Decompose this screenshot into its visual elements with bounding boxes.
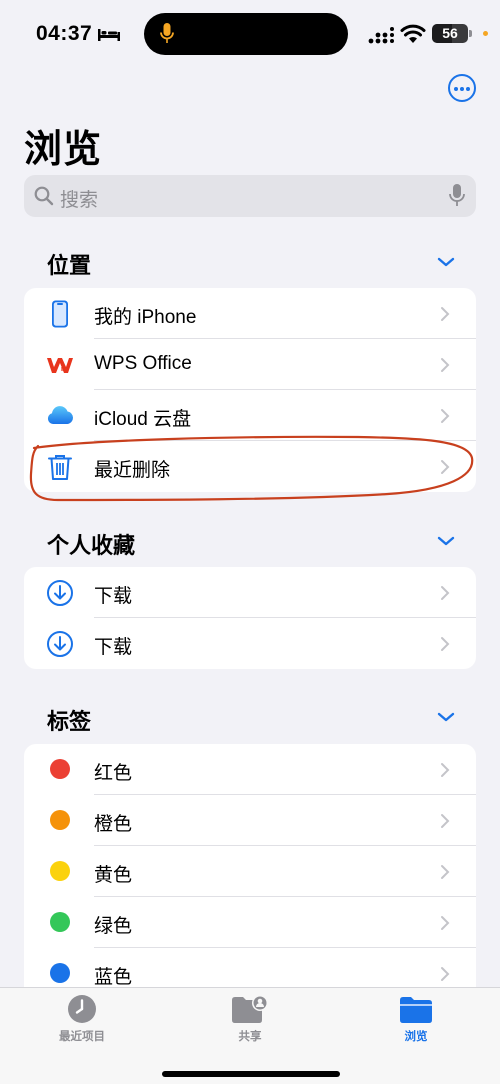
dictation-mic-icon[interactable] (449, 184, 465, 208)
location-item-wps-office[interactable]: WPS Office (24, 339, 476, 390)
trash-icon (48, 455, 72, 480)
status-bar: 04:37 56 (0, 0, 500, 70)
search-icon (34, 186, 54, 206)
microphone-indicator-icon (160, 23, 174, 43)
chevron-down-icon[interactable] (436, 535, 456, 547)
home-indicator[interactable] (162, 1071, 340, 1077)
chevron-right-icon (441, 307, 450, 321)
iphone-icon (52, 300, 68, 328)
chevron-right-icon (441, 358, 450, 372)
chevron-right-icon (441, 865, 450, 879)
sleep-mode-icon (98, 29, 120, 41)
tab-browse[interactable]: 浏览 (356, 994, 476, 1044)
favorite-item-downloads[interactable]: 下载 (24, 567, 476, 618)
location-item-icloud[interactable]: iCloud 云盘 (24, 390, 476, 441)
tag-color-dot (50, 861, 70, 881)
search-input[interactable]: 搜索 (24, 175, 476, 217)
chevron-right-icon (441, 814, 450, 828)
tag-color-dot (50, 810, 70, 830)
section-header-locations[interactable]: 位置 (47, 248, 91, 280)
tab-label: 最近项目 (59, 1031, 105, 1043)
locations-list: 我的 iPhone WPS Office iCloud 云盘 最近删除 (24, 288, 476, 492)
icloud-icon (47, 406, 74, 424)
chevron-right-icon (441, 460, 450, 474)
wps-office-icon (47, 358, 73, 373)
tag-label: 黄色 (94, 865, 133, 886)
wifi-icon (400, 24, 426, 43)
location-label: iCloud 云盘 (94, 409, 192, 430)
dynamic-island (144, 13, 348, 55)
chevron-down-icon[interactable] (436, 256, 456, 268)
tag-label: 蓝色 (94, 967, 133, 988)
chevron-right-icon (441, 763, 450, 777)
favorite-label: 下载 (94, 586, 133, 607)
shared-folder-icon (232, 995, 268, 1023)
tag-item-orange[interactable]: 橙色 (24, 795, 476, 846)
location-item-recently-deleted[interactable]: 最近删除 (24, 441, 476, 492)
tab-shared[interactable]: 共享 (190, 994, 310, 1044)
page-title: 浏览 (24, 129, 103, 171)
chevron-right-icon (441, 916, 450, 930)
tab-label: 共享 (238, 1031, 262, 1043)
favorite-label: 下载 (94, 637, 133, 658)
location-label: WPS Office (94, 353, 192, 374)
tags-list: 红色 橙色 黄色 绿色 蓝色 (24, 744, 476, 999)
battery-indicator: 56 (432, 24, 472, 43)
location-label: 我的 iPhone (94, 307, 197, 328)
tag-color-dot (50, 912, 70, 932)
cellular-signal-icon (368, 27, 394, 44)
chevron-right-icon (441, 637, 450, 651)
status-time: 04:37 (36, 22, 93, 45)
tag-item-yellow[interactable]: 黄色 (24, 846, 476, 897)
tag-label: 橙色 (94, 814, 133, 835)
clock-icon (68, 995, 96, 1023)
tab-label: 浏览 (404, 1031, 428, 1043)
chevron-down-icon[interactable] (436, 711, 456, 723)
download-circle-icon (47, 580, 73, 606)
tag-color-dot (50, 963, 70, 983)
section-header-tags[interactable]: 标签 (47, 704, 91, 736)
location-item-my-iphone[interactable]: 我的 iPhone (24, 288, 476, 339)
tag-item-red[interactable]: 红色 (24, 744, 476, 795)
folder-icon (400, 997, 432, 1023)
chevron-right-icon (441, 967, 450, 981)
tag-label: 绿色 (94, 916, 133, 937)
favorites-list: 下载 下载 (24, 567, 476, 669)
chevron-right-icon (441, 409, 450, 423)
search-placeholder: 搜索 (60, 190, 99, 211)
section-header-favorites[interactable]: 个人收藏 (47, 528, 135, 560)
ellipsis-circle-icon (454, 87, 458, 91)
chevron-right-icon (441, 586, 450, 600)
tab-bar: 最近项目 共享 浏览 (0, 987, 500, 1084)
privacy-indicator-dot (483, 31, 488, 36)
download-circle-icon (47, 631, 73, 657)
tab-recents[interactable]: 最近项目 (22, 994, 142, 1044)
battery-percent: 56 (442, 25, 458, 41)
location-label: 最近删除 (94, 460, 171, 481)
tag-color-dot (50, 759, 70, 779)
more-options-button[interactable] (448, 74, 476, 102)
tag-label: 红色 (94, 763, 133, 784)
tag-item-green[interactable]: 绿色 (24, 897, 476, 948)
favorite-item-downloads[interactable]: 下载 (24, 618, 476, 669)
